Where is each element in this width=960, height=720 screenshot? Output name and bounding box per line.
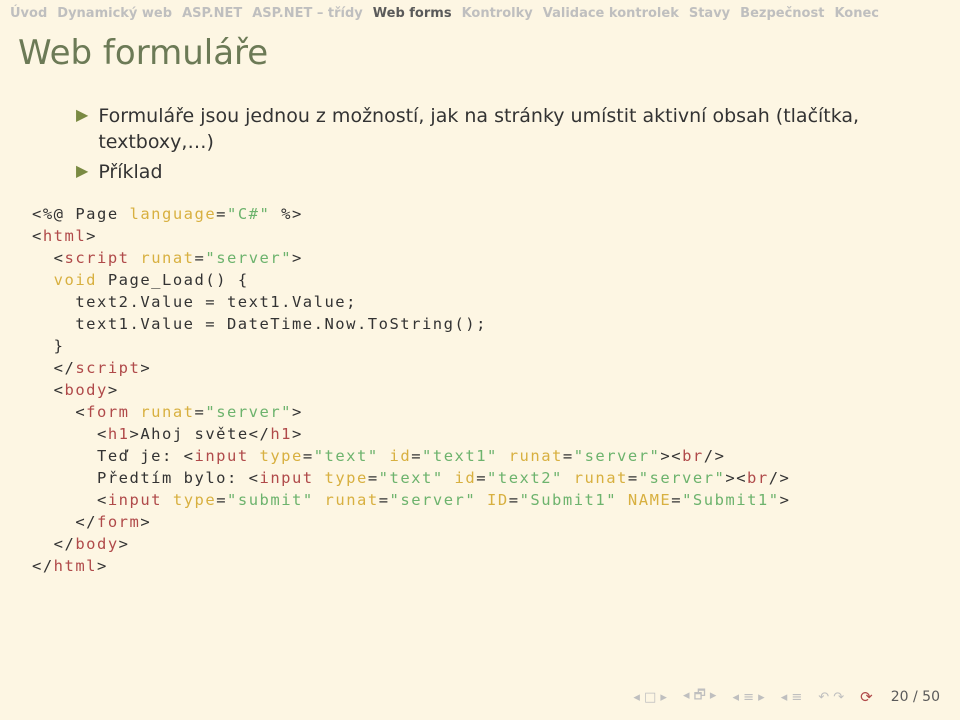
nav-item[interactable]: Bezpečnost [740,6,824,21]
nav-prev-subsection-icon[interactable]: ◂ ≡ ▸ [732,690,764,705]
nav-item[interactable]: Kontrolky [462,6,533,21]
nav-item[interactable]: Stavy [689,6,730,21]
bullet-text: Formuláře jsou jednou z možností, jak na… [98,103,942,155]
footer: ◂ □ ▸ ◂ 🗗 ▸ ◂ ≡ ▸ ◂ ≡ ↶ ↷ ⟳ 20 / 50 [0,686,940,708]
refresh-icon[interactable]: ⟳ [860,688,873,706]
code-block: <%@ Page language="C#" %> <html> <script… [32,203,942,577]
bullet-icon: ▶ [76,103,88,127]
nav-item-active[interactable]: Web forms [373,6,452,21]
bullet-list: ▶ Formuláře jsou jednou z možností, jak … [76,103,942,185]
bullet-text: Příklad [98,159,162,185]
nav-item[interactable]: Dynamický web [57,6,172,21]
slide-content: ▶ Formuláře jsou jednou z možností, jak … [0,103,960,577]
nav-prev-slide-icon[interactable]: ◂ □ ▸ [633,690,667,705]
nav-item[interactable]: ASP.NET – třídy [252,6,363,21]
bullet-icon: ▶ [76,159,88,183]
beamer-nav-controls: ◂ □ ▸ ◂ 🗗 ▸ ◂ ≡ ▸ ◂ ≡ ↶ ↷ ⟳ [633,686,872,708]
nav-item[interactable]: Konec [834,6,879,21]
page-number: 20 / 50 [891,689,940,705]
list-item: ▶ Formuláře jsou jednou z možností, jak … [76,103,942,155]
nav-prev-frame-icon[interactable]: ◂ ≡ [781,690,803,705]
nav-item[interactable]: Validace kontrolek [543,6,679,21]
nav-tabs: Úvod Dynamický web ASP.NET ASP.NET – tří… [0,0,960,25]
list-item: ▶ Příklad [76,159,942,185]
nav-prev-section-icon[interactable]: ◂ 🗗 ▸ [683,686,717,708]
slide-title: Web formuláře [0,25,960,103]
nav-item[interactable]: ASP.NET [182,6,242,21]
nav-back-forward-icon[interactable]: ↶ ↷ [818,690,844,705]
nav-item[interactable]: Úvod [10,6,47,21]
